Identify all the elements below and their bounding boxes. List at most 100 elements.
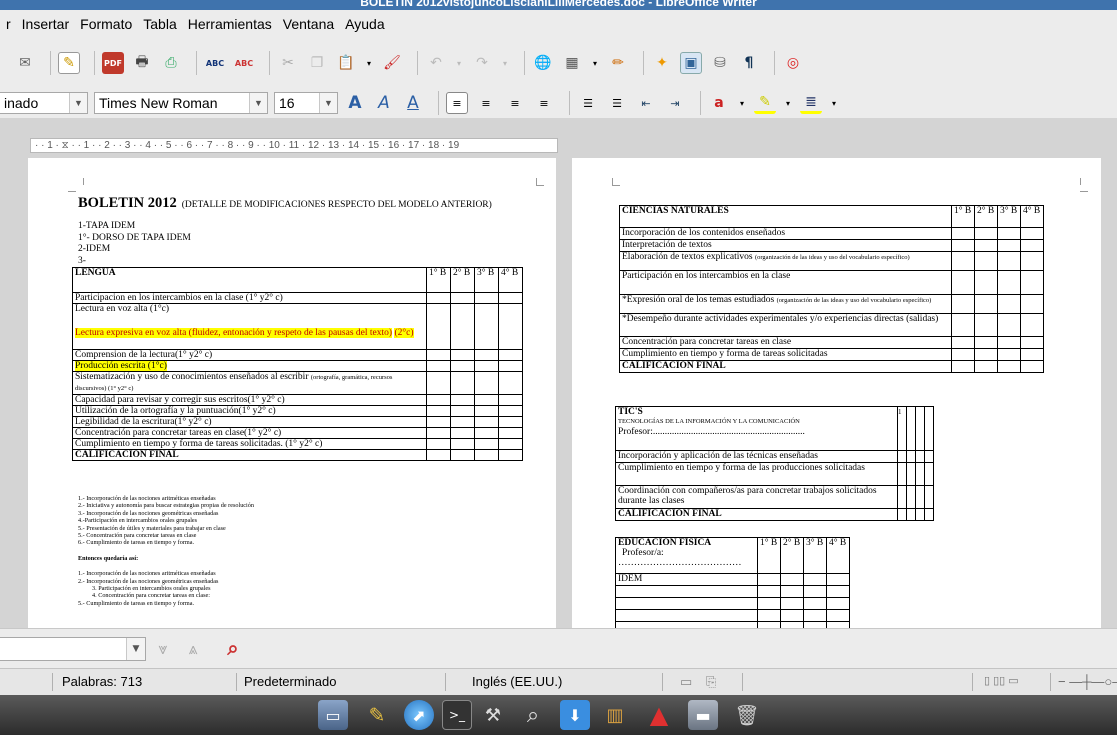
menu-insertar[interactable]: Insertar [22,16,69,32]
background-color-icon[interactable]: ≣ [800,92,822,114]
cut-icon[interactable]: ✂ [277,52,299,74]
paste-dropdown-icon[interactable]: ▾ [364,52,374,74]
table-row: Incorporación de los contenidos enseñado… [619,227,1044,240]
table-cell: CALIFICACIÓN FINAL [72,449,427,461]
font-color-icon[interactable]: a [708,92,730,114]
status-bar: Palabras: 713 Predeterminado Inglés (EE.… [0,668,1117,695]
table-cell: Interpretación de textos [619,239,952,252]
standard-toolbar: ✉ ✎ PDF 🖶 ⎙ ABC ABC ✂ ❐ 📋 ▾ 🖌 ↶ ▾ ↷ ▾ 🌐 … [0,38,1117,88]
navigator-icon[interactable]: ✦ [651,52,673,74]
chevron-down-icon[interactable]: ▼ [249,93,267,113]
draw-functions-icon[interactable]: ✏ [607,52,629,74]
col-header-1b: 1° B [951,205,975,228]
clone-formatting-icon[interactable]: 🖌 [381,52,403,74]
bold-icon[interactable]: A [344,92,366,114]
find-next-icon[interactable]: ⩔ [152,638,174,660]
pencil-icon[interactable]: ✎ [362,700,392,730]
selection-mode-icon[interactable]: ⎘ [706,674,716,690]
redo-icon[interactable]: ↷ [471,52,493,74]
highlighting-dropdown-icon[interactable]: ▾ [783,92,793,114]
col-header-2b: 2° B [780,537,804,574]
decrease-indent-icon[interactable]: ⇤ [635,92,657,114]
taskbar-dock: ▭ ✎ ⬈ >_ ⚒ ⌕ ⬇ ▥ ▲ ▬ 🗑 [0,695,1117,735]
undo-dropdown-icon[interactable]: ▾ [454,52,464,74]
background-color-dropdown-icon[interactable]: ▾ [829,92,839,114]
download-icon[interactable]: ⬇ [560,700,590,730]
menu-tabla[interactable]: Tabla [143,16,176,32]
chevron-down-icon[interactable]: ▼ [126,638,145,660]
autospellcheck-icon[interactable]: ABC [233,52,255,74]
bullets-icon[interactable]: ☰ [606,92,628,114]
data-sources-icon[interactable]: ⛁ [709,52,731,74]
horizontal-ruler[interactable]: · · 1 · ⧖ · · 1 · · 2 · · 3 · · 4 · · 5 … [30,138,558,153]
edit-mode-icon[interactable]: ✎ [58,52,80,74]
font-size-combo[interactable]: 16 ▼ [274,92,338,114]
spellcheck-icon[interactable]: ABC [204,52,226,74]
export-pdf-icon[interactable]: PDF [102,52,124,74]
browser-icon[interactable]: ⬈ [404,700,434,730]
print-icon[interactable]: 🖶 [131,52,153,74]
menu-ayuda[interactable]: Ayuda [345,16,384,32]
paste-icon[interactable]: 📋 [335,52,357,74]
help-icon[interactable]: ◎ [782,52,804,74]
align-center-icon[interactable]: ≡ [475,92,497,114]
final-grade-label: CALIFICACIÓN FINAL [618,509,722,520]
menu-formato[interactable]: Formato [80,16,132,32]
table-row: CALIFICACIÓN FINAL [615,508,934,521]
find-input[interactable] [0,637,146,661]
redo-dropdown-icon[interactable]: ▾ [500,52,510,74]
font-name-combo[interactable]: Times New Roman ▼ [94,92,268,114]
page-style[interactable]: Predeterminado [244,674,337,689]
italic-icon[interactable]: A [373,92,395,114]
folder-icon[interactable]: ▬ [688,700,718,730]
copy-icon[interactable]: ❐ [306,52,328,74]
cell-text: *Expresión oral de los temas estudiados [622,295,775,306]
justify-icon[interactable]: ≡ [533,92,555,114]
list-item: 1°- DORSO DE TAPA IDEM [78,232,191,243]
hyperlink-icon[interactable]: 🌐 [532,52,554,74]
chevron-down-icon[interactable]: ▼ [69,93,87,113]
align-left-icon[interactable]: ≡ [446,92,468,114]
font-color-dropdown-icon[interactable]: ▾ [737,92,747,114]
notes-block: 1.- Incorporación de las nociones aritmé… [78,495,254,607]
chevron-down-icon[interactable]: ▼ [319,93,337,113]
desktop-icon[interactable]: ▭ [318,700,348,730]
find-previous-icon[interactable]: ⩓ [182,638,204,660]
highlighted-text: Lectura expresiva en voz alta (fluidez, … [75,328,393,338]
table-cell: *Desempeño durante actividades experimen… [619,313,952,337]
table-icon[interactable]: ▦ [561,52,583,74]
menu-ventana[interactable]: Ventana [283,16,334,32]
table-row: Coordinación con compañeros/as para conc… [615,485,934,509]
paragraph-style-combo[interactable]: inado ▼ [0,92,88,114]
table-dropdown-icon[interactable]: ▾ [590,52,600,74]
toolbar-separator [569,91,570,115]
document-page-2[interactable]: CIENCIAS NATURALES 1° B 2° B 3° B 4° B I… [572,158,1101,628]
terminal-icon[interactable]: >_ [442,700,472,730]
trash-icon[interactable]: 🗑 [732,700,762,730]
library-icon[interactable]: ▥ [600,700,630,730]
view-layout-icon[interactable]: ▯ ▯▯ ▭ [984,674,1019,687]
document-page-1[interactable]: BOLETIN 2012 (DETALLE DE MODIFICACIONES … [28,158,556,628]
align-right-icon[interactable]: ≡ [504,92,526,114]
zoom-slider[interactable]: − —┼—○— [1058,674,1117,689]
col-header-2b: 2° B [450,267,475,293]
email-icon[interactable]: ✉ [14,52,36,74]
status-separator [52,673,53,691]
gallery-icon[interactable]: ▣ [680,52,702,74]
page-corner-mark [1080,184,1088,192]
increase-indent-icon[interactable]: ⇥ [664,92,686,114]
impress-icon[interactable]: ▲ [644,700,674,730]
search-icon[interactable]: ⌕ [518,700,548,730]
formatting-marks-icon[interactable]: ¶ [738,52,760,74]
highlighting-icon[interactable]: ✎ [754,92,776,114]
insert-mode-icon[interactable]: ▭ [680,674,692,690]
menu-herramientas[interactable]: Herramientas [188,16,272,32]
numbering-icon[interactable]: ☰ [577,92,599,114]
menu-archivo-partial[interactable]: r [6,16,11,32]
undo-icon[interactable]: ↶ [425,52,447,74]
language-status[interactable]: Inglés (EE.UU.) [472,674,562,689]
search-icon[interactable]: ⌕ [220,635,246,661]
print-preview-icon[interactable]: ⎙ [160,52,182,74]
system-tools-icon[interactable]: ⚒ [478,700,508,730]
underline-icon[interactable]: A [402,92,424,114]
